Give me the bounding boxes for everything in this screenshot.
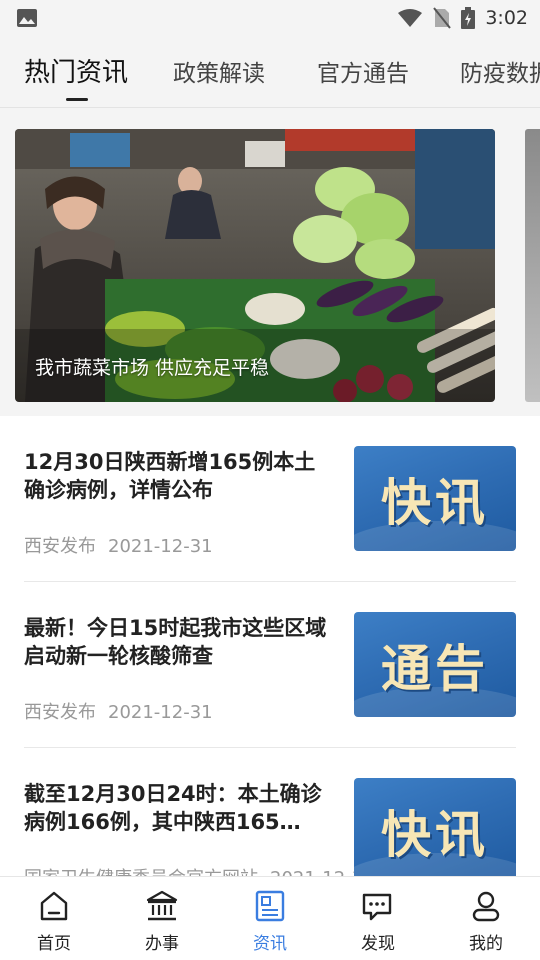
tab-official-notice[interactable]: 官方通告 — [317, 54, 409, 88]
news-item[interactable]: 截至12月30日24时：本土确诊病例166例，其中陕西165… 国家卫生健康委员… — [24, 748, 516, 876]
news-meta: 西安发布 2021-12-31 — [24, 698, 213, 724]
nav-services[interactable]: 办事 — [108, 877, 216, 960]
chat-icon — [362, 893, 392, 921]
no-sim-icon — [433, 7, 452, 29]
next-banner-peek[interactable] — [525, 129, 540, 402]
nav-label: 发现 — [361, 934, 395, 954]
thumb-label: 通告 — [381, 639, 489, 698]
thumb-label: 快讯 — [381, 473, 489, 532]
news-thumbnail: 快讯 — [354, 446, 516, 551]
news-title: 最新！今日15时起我市这些区域启动新一轮核酸筛查 — [24, 616, 327, 668]
news-thumbnail: 通告 — [354, 612, 516, 717]
clock: 3:02 — [485, 7, 528, 29]
nav-profile[interactable]: 我的 — [432, 877, 540, 960]
thumb-label: 快讯 — [381, 805, 489, 864]
category-tabs: 热门资讯 政策解读 官方通告 防疫数据 — [0, 36, 540, 108]
profile-icon — [472, 891, 500, 922]
news-title: 截至12月30日24时：本土确诊病例166例，其中陕西165… — [24, 782, 322, 834]
banner-carousel: 我市蔬菜市场 供应充足平稳 — [0, 108, 540, 416]
nav-label: 首页 — [37, 934, 71, 954]
news-item[interactable]: 最新！今日15时起我市这些区域启动新一轮核酸筛查 西安发布 2021-12-31 … — [24, 582, 516, 748]
battery-icon — [461, 7, 476, 29]
nav-home[interactable]: 首页 — [0, 877, 108, 960]
wifi-icon — [398, 9, 423, 27]
news-list: 12月30日陕西新增165例本土确诊病例，详情公布 西安发布 2021-12-31… — [0, 416, 540, 876]
news-date: 2021-12-31 — [108, 702, 213, 723]
nav-news[interactable]: 资讯 — [216, 877, 324, 960]
tab-hot-news[interactable]: 热门资讯 — [24, 52, 128, 89]
banner-slide[interactable]: 我市蔬菜市场 供应充足平稳 — [15, 129, 495, 402]
status-bar: 3:02 — [0, 0, 540, 36]
tab-indicator — [66, 98, 88, 101]
news-title: 12月30日陕西新增165例本土确诊病例，详情公布 — [24, 450, 316, 502]
home-icon — [40, 891, 68, 921]
news-thumbnail: 快讯 — [354, 778, 516, 876]
nav-label: 资讯 — [253, 934, 287, 954]
news-meta: 国家卫生健康委员会官方网站2021-12-31 — [24, 864, 375, 876]
news-source: 西安发布 — [24, 702, 96, 723]
banner-caption: 我市蔬菜市场 供应充足平稳 — [35, 357, 270, 379]
image-icon — [17, 9, 37, 27]
bottom-nav: 首页 办事 资讯 发现 我的 — [0, 876, 540, 960]
government-building-icon — [146, 890, 178, 921]
news-date: 2021-12-31 — [108, 536, 213, 557]
news-source: 国家卫生健康委员会官方网站 — [24, 868, 258, 876]
nav-label: 我的 — [469, 934, 503, 954]
nav-label: 办事 — [145, 934, 179, 954]
news-meta: 西安发布 2021-12-31 — [24, 532, 213, 558]
tab-policy[interactable]: 政策解读 — [173, 54, 265, 88]
news-item[interactable]: 12月30日陕西新增165例本土确诊病例，详情公布 西安发布 2021-12-31… — [24, 416, 516, 582]
nav-discover[interactable]: 发现 — [324, 877, 432, 960]
news-icon — [255, 890, 285, 922]
tab-epidemic-data[interactable]: 防疫数据 — [460, 54, 540, 88]
news-source: 西安发布 — [24, 536, 96, 557]
